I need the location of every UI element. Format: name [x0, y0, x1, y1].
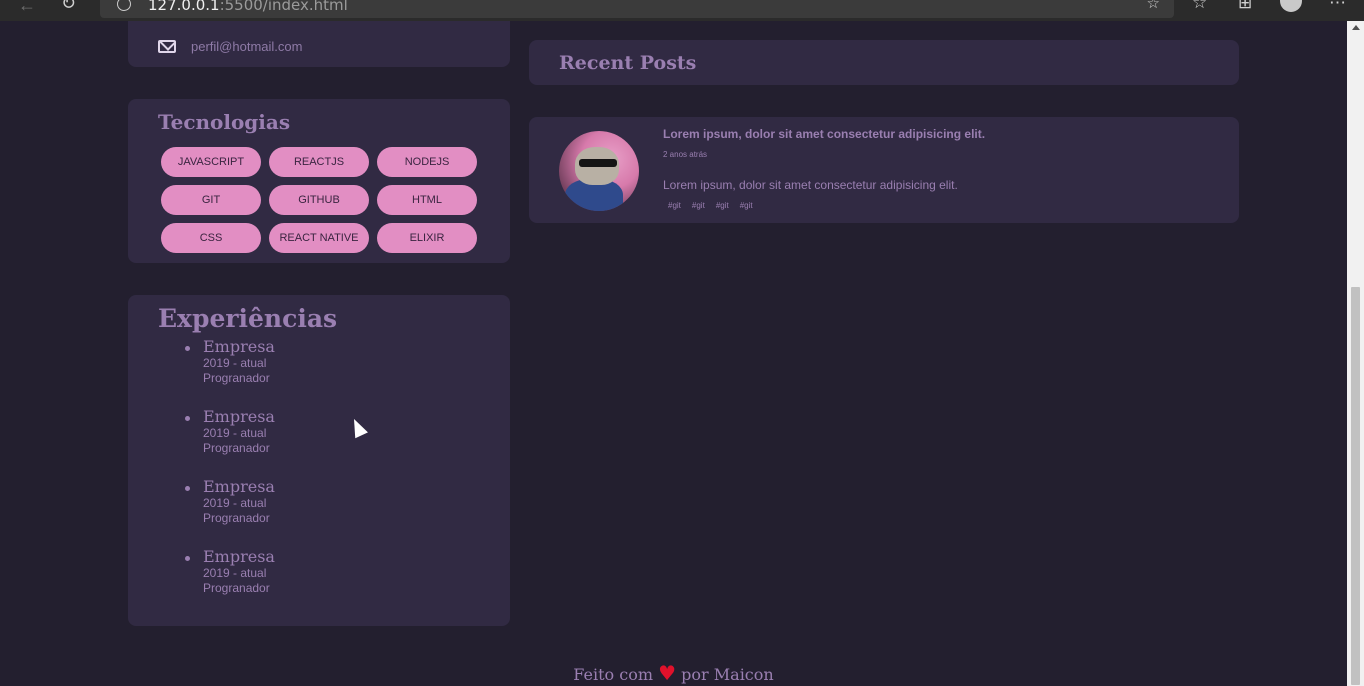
tech-tag: elixir: [377, 223, 477, 253]
experience-role: Progranador: [203, 581, 270, 595]
technologies-card: Tecnologias javascript reactjs nodejs gi…: [128, 99, 510, 263]
collections-icon[interactable]: ⊞: [1238, 0, 1252, 13]
sunglasses-shape: [579, 159, 617, 167]
post-card[interactable]: Lorem ipsum, dolor sit amet consectetur …: [529, 117, 1239, 223]
experience-company: Empresa: [203, 337, 275, 356]
tech-tag: javascript: [161, 147, 261, 177]
experience-item: Empresa 2019 - atual Progranador: [185, 547, 483, 618]
experience-period: 2019 - atual: [203, 566, 267, 580]
footer-text-before: Feito com: [573, 665, 654, 684]
tech-tag: css: [161, 223, 261, 253]
contact-email[interactable]: perfil@hotmail.com: [191, 39, 302, 54]
page-scrollbar[interactable]: [1347, 21, 1364, 686]
tech-tag: react native: [269, 223, 369, 253]
experience-item: Empresa 2019 - atual Progranador: [185, 407, 483, 478]
experience-company: Empresa: [203, 547, 275, 566]
tech-tag: git: [161, 185, 261, 215]
tech-tag: nodejs: [377, 147, 477, 177]
experience-period: 2019 - atual: [203, 356, 267, 370]
scroll-up-arrow-icon[interactable]: [1352, 25, 1360, 30]
footer-text-after: por Maicon: [681, 665, 774, 684]
technologies-list: javascript reactjs nodejs git github htm…: [161, 147, 477, 253]
experiences-list: Empresa 2019 - atual Progranador Empresa…: [185, 337, 483, 618]
experience-role: Progranador: [203, 371, 270, 385]
experiences-title: Experiências: [158, 304, 338, 333]
experience-company: Empresa: [203, 477, 275, 496]
post-tag[interactable]: #git: [716, 201, 729, 210]
browser-toolbar: ← ↻ 127.0.0.1:5500/index.html ☆ ☆ ⊞ ⋯: [0, 0, 1364, 21]
refresh-icon[interactable]: ↻: [61, 0, 76, 14]
add-favorite-icon[interactable]: ☆: [1147, 0, 1160, 12]
experience-item: Empresa 2019 - atual Progranador: [185, 477, 483, 548]
mail-icon: [158, 40, 176, 53]
tech-tag: reactjs: [269, 147, 369, 177]
bullet: [185, 416, 190, 421]
tech-tag: html: [377, 185, 477, 215]
technologies-title: Tecnologias: [158, 110, 291, 134]
post-tag[interactable]: #git: [692, 201, 705, 210]
footer: Feito com ♥ por Maicon: [0, 661, 1347, 685]
bullet: [185, 486, 190, 491]
recent-posts-title: Recent Posts: [559, 52, 697, 74]
post-tag[interactable]: #git: [740, 201, 753, 210]
post-tag[interactable]: #git: [668, 201, 681, 210]
experience-item: Empresa 2019 - atual Progranador: [185, 337, 483, 408]
heart-icon: ♥: [658, 661, 677, 685]
site-info-icon[interactable]: [117, 0, 131, 11]
favorites-icon[interactable]: ☆: [1192, 0, 1207, 13]
post-thumbnail: [559, 131, 639, 211]
recent-posts-header: Recent Posts: [529, 40, 1239, 85]
post-excerpt: Lorem ipsum, dolor sit amet consectetur …: [663, 178, 958, 192]
scrollbar-thumb[interactable]: [1351, 287, 1360, 685]
tech-tag: github: [269, 185, 369, 215]
experience-role: Progranador: [203, 511, 270, 525]
experiences-card: Experiências Empresa 2019 - atual Progra…: [128, 295, 510, 626]
url-text: 127.0.0.1:5500/index.html: [148, 0, 348, 14]
experience-company: Empresa: [203, 407, 275, 426]
contact-card: perfil@hotmail.com: [128, 21, 510, 67]
experience-period: 2019 - atual: [203, 426, 267, 440]
profile-avatar-icon[interactable]: [1280, 0, 1302, 12]
address-bar[interactable]: 127.0.0.1:5500/index.html ☆: [100, 0, 1174, 18]
experience-role: Progranador: [203, 441, 270, 455]
bullet: [185, 346, 190, 351]
bullet: [185, 556, 190, 561]
post-title[interactable]: Lorem ipsum, dolor sit amet consectetur …: [663, 127, 985, 141]
more-options-icon[interactable]: ⋯: [1329, 0, 1346, 13]
experience-period: 2019 - atual: [203, 496, 267, 510]
post-tags: #git #git #git #git: [668, 201, 753, 210]
back-arrow-icon[interactable]: ←: [18, 0, 36, 16]
post-date: 2 anos atrás: [663, 150, 708, 159]
